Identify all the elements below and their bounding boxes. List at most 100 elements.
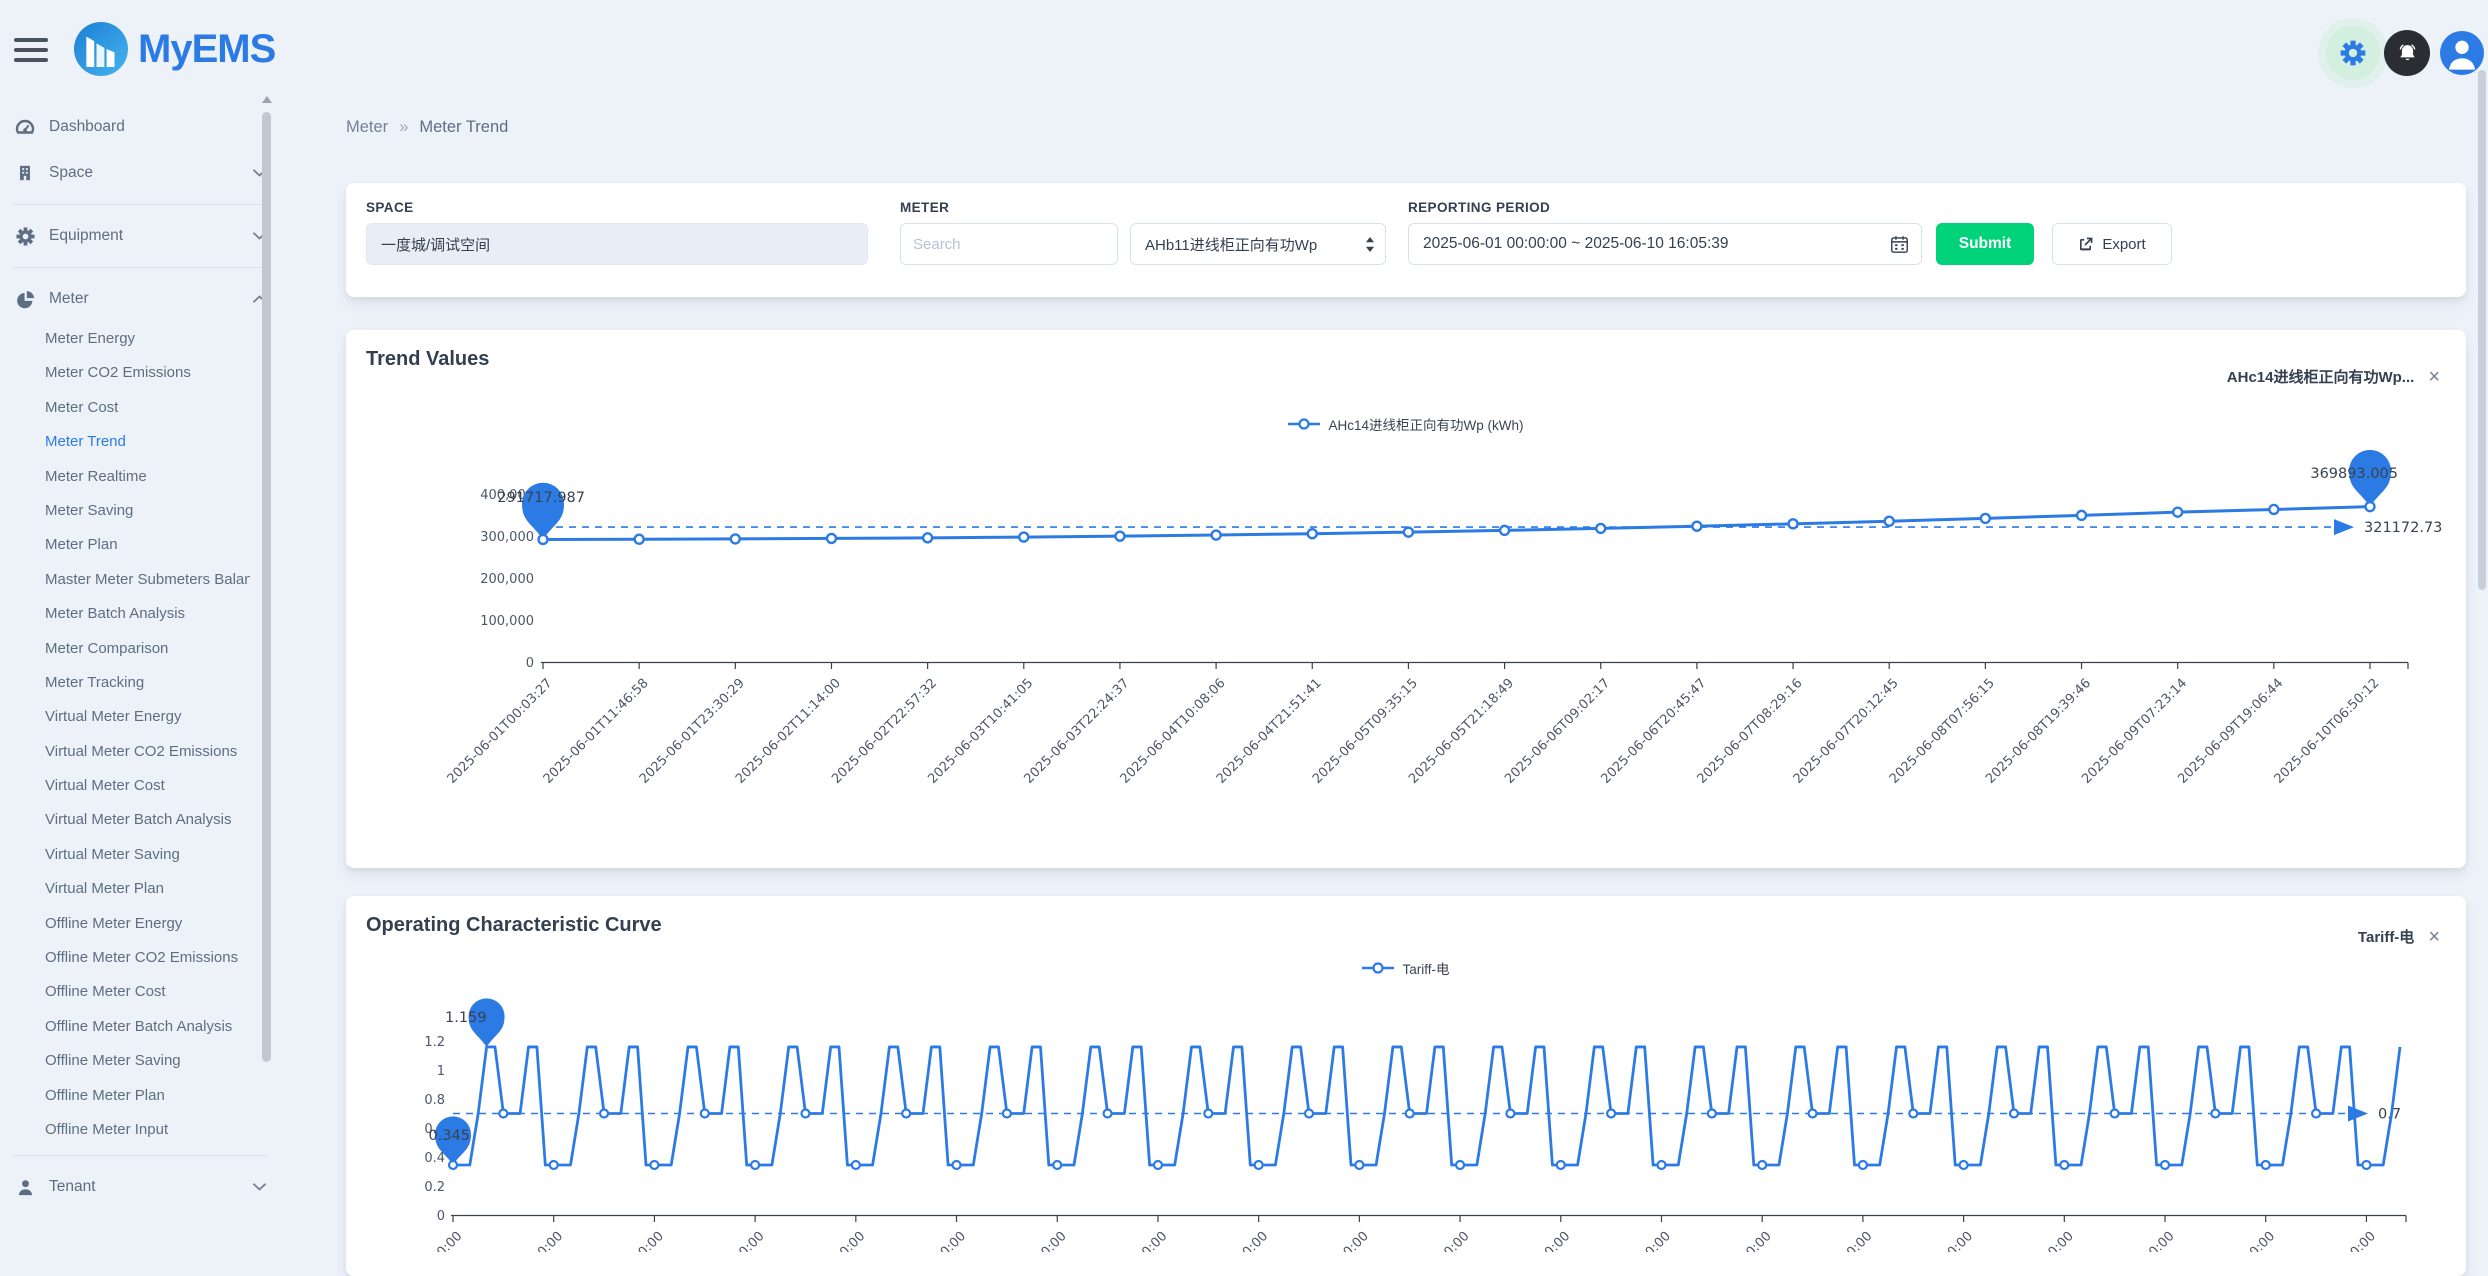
sidebar-item-offline-meter-input[interactable]: Offline Meter Input: [0, 1113, 250, 1147]
sidebar-item-virtual-meter-plan[interactable]: Virtual Meter Plan: [0, 872, 250, 906]
svg-text:369893.005: 369893.005: [2310, 466, 2398, 482]
svg-text:2025-06-05T09:35:15: 2025-06-05T09:35:15: [1310, 676, 1421, 787]
sidebar-item-meter-cost[interactable]: Meter Cost: [0, 391, 250, 425]
sidebar-item-offline-meter-saving[interactable]: Offline Meter Saving: [0, 1044, 250, 1078]
notifications-button[interactable]: [2384, 30, 2430, 76]
trend-values-card: Trend Values AHc14进线柜正向有功Wp... × AHc14进线…: [346, 330, 2466, 868]
svg-text:2025-06-06T20:45:47: 2025-06-06T20:45:47: [1598, 676, 1709, 787]
meter-label: METER: [900, 200, 949, 215]
operating-curve-card: Operating Characteristic Curve Tariff-电 …: [346, 896, 2466, 1276]
svg-text:200,000: 200,000: [480, 572, 534, 587]
svg-text:0: 0: [437, 1209, 445, 1224]
close-icon[interactable]: ×: [2428, 367, 2440, 387]
settings-gear-icon: [2340, 40, 2366, 66]
breadcrumb-meter[interactable]: Meter: [346, 118, 388, 137]
svg-text:2025-06-02T11:14:00: 2025-06-02T11:14:00: [733, 676, 844, 787]
trend-tab-label[interactable]: AHc14进线柜正向有功Wp...: [2227, 366, 2415, 387]
svg-text:2025-06-04T12:00:00: 2025-06-04T12:00:00: [1059, 1229, 1170, 1252]
sidebar-item-equipment[interactable]: Equipment: [0, 213, 284, 259]
sidebar-item-offline-meter-batch-analysis[interactable]: Offline Meter Batch Analysis: [0, 1010, 250, 1044]
meter-select[interactable]: AHb11进线柜正向有功Wp: [1130, 223, 1386, 265]
sidebar-item-virtual-meter-energy[interactable]: Virtual Meter Energy: [0, 700, 250, 734]
close-icon[interactable]: ×: [2428, 927, 2440, 947]
sidebar-item-meter-co2-emissions[interactable]: Meter CO2 Emissions: [0, 356, 250, 390]
sidebar-scroll-up-icon[interactable]: [262, 96, 272, 103]
submit-button[interactable]: Submit: [1936, 223, 2034, 265]
sidebar-item-meter-saving[interactable]: Meter Saving: [0, 494, 250, 528]
trend-meter-tab: AHc14进线柜正向有功Wp... ×: [2227, 366, 2440, 387]
sidebar-item-meter-batch-analysis[interactable]: Meter Batch Analysis: [0, 597, 250, 631]
sidebar-item-dashboard[interactable]: Dashboard: [0, 104, 284, 150]
sidebar-scrollbar[interactable]: [262, 112, 271, 1062]
sidebar-item-meter-energy[interactable]: Meter Energy: [0, 322, 250, 356]
sidebar-item-tenant[interactable]: Tenant: [0, 1164, 284, 1210]
svg-text:2025-06-03T00:00:00: 2025-06-03T00:00:00: [757, 1229, 868, 1252]
gauge-icon: [14, 117, 36, 137]
reporting-period-label: REPORTING PERIOD: [1408, 200, 1550, 215]
page-scrollbar[interactable]: [2478, 70, 2486, 590]
svg-text:2025-06-01T12:00:00: 2025-06-01T12:00:00: [455, 1229, 566, 1252]
tariff-tab: Tariff-电 ×: [2358, 926, 2440, 947]
select-updown-icon: [1365, 237, 1375, 252]
reporting-period-input[interactable]: 2025-06-01 00:00:00 ~ 2025-06-10 16:05:3…: [1408, 223, 1922, 265]
svg-text:2025-06-10T12:00:00: 2025-06-10T12:00:00: [2268, 1229, 2379, 1252]
svg-text:2025-06-09T19:06:44: 2025-06-09T19:06:44: [2175, 676, 2286, 787]
settings-button[interactable]: [2326, 26, 2380, 80]
sidebar-item-offline-meter-energy[interactable]: Offline Meter Energy: [0, 907, 250, 941]
svg-text:100,000: 100,000: [480, 614, 534, 629]
svg-text:0: 0: [526, 656, 534, 671]
sidebar-item-virtual-meter-saving[interactable]: Virtual Meter Saving: [0, 838, 250, 872]
tariff-chart[interactable]: 00.20.40.60.811.22025-06-01T00:00:002025…: [346, 980, 2466, 1252]
breadcrumb: Meter » Meter Trend: [346, 118, 508, 137]
sidebar-item-meter-comparison[interactable]: Meter Comparison: [0, 632, 250, 666]
sidebar-item-offline-meter-plan[interactable]: Offline Meter Plan: [0, 1079, 250, 1113]
hamburger-menu-button[interactable]: [14, 38, 48, 62]
space-select-value: 一度城/调试空间: [381, 234, 490, 255]
legend-line-marker-icon: [1288, 417, 1320, 431]
sidebar-item-offline-meter-cost[interactable]: Offline Meter Cost: [0, 975, 250, 1009]
svg-text:2025-06-05T00:00:00: 2025-06-05T00:00:00: [1160, 1229, 1271, 1252]
curve-tab-label[interactable]: Tariff-电: [2358, 926, 2414, 947]
svg-text:1.159: 1.159: [445, 1010, 487, 1026]
sidebar-item-meter-tracking[interactable]: Meter Tracking: [0, 666, 250, 700]
tariff-legend[interactable]: Tariff-电: [346, 958, 2466, 978]
export-icon: [2078, 236, 2094, 252]
sidebar-item-meter-trend[interactable]: Meter Trend: [0, 425, 250, 459]
sidebar-item-virtual-meter-batch-analysis[interactable]: Virtual Meter Batch Analysis: [0, 803, 250, 837]
sidebar-item-virtual-meter-cost[interactable]: Virtual Meter Cost: [0, 769, 250, 803]
svg-text:2025-06-10T00:00:00: 2025-06-10T00:00:00: [2167, 1229, 2278, 1252]
svg-text:2025-06-03T22:24:37: 2025-06-03T22:24:37: [1021, 676, 1132, 787]
svg-text:2025-06-08T19:39:46: 2025-06-08T19:39:46: [1983, 676, 2094, 787]
svg-text:2025-06-01T00:03:27: 2025-06-01T00:03:27: [445, 676, 556, 787]
sidebar-item-master-meter-submeters-balance[interactable]: Master Meter Submeters Balance: [0, 563, 250, 597]
tariff-legend-label: Tariff-电: [1402, 958, 1449, 978]
export-button-label: Export: [2102, 236, 2145, 253]
trend-legend[interactable]: AHc14进线柜正向有功Wp (kWh): [346, 414, 2466, 434]
svg-text:2025-06-02T12:00:00: 2025-06-02T12:00:00: [657, 1229, 768, 1252]
svg-text:2025-06-07T00:00:00: 2025-06-07T00:00:00: [1563, 1229, 1674, 1252]
user-avatar-button[interactable]: [2440, 31, 2484, 75]
trend-chart[interactable]: 0100,000200,000300,000400,0002025-06-01T…: [346, 450, 2466, 868]
space-select[interactable]: 一度城/调试空间: [366, 223, 868, 265]
svg-text:2025-06-08T12:00:00: 2025-06-08T12:00:00: [1865, 1229, 1976, 1252]
sidebar-item-offline-meter-co2-emissions[interactable]: Offline Meter CO2 Emissions: [0, 941, 250, 975]
sidebar-divider: [12, 267, 268, 268]
sidebar-item-label: Meter: [49, 290, 89, 308]
sidebar-item-space[interactable]: Space: [0, 150, 284, 196]
svg-text:321172.73: 321172.73: [2364, 520, 2442, 536]
sidebar-item-meter-realtime[interactable]: Meter Realtime: [0, 460, 250, 494]
svg-text:2025-06-02T00:00:00: 2025-06-02T00:00:00: [556, 1229, 667, 1252]
export-button[interactable]: Export: [2052, 223, 2172, 265]
svg-text:2025-06-09T07:23:14: 2025-06-09T07:23:14: [2079, 676, 2190, 787]
space-label: SPACE: [366, 200, 414, 215]
svg-text:2025-06-08T07:56:15: 2025-06-08T07:56:15: [1887, 676, 1998, 787]
svg-text:300,000: 300,000: [480, 530, 534, 545]
sidebar-item-meter-plan[interactable]: Meter Plan: [0, 528, 250, 562]
sidebar-item-virtual-meter-co2-emissions[interactable]: Virtual Meter CO2 Emissions: [0, 735, 250, 769]
sidebar-item-label: Space: [49, 164, 93, 182]
sidebar-item-meter[interactable]: Meter: [0, 276, 284, 322]
meter-search-input[interactable]: [900, 223, 1118, 265]
svg-text:2025-06-01T11:46:58: 2025-06-01T11:46:58: [541, 676, 652, 787]
sidebar-item-label: Dashboard: [49, 118, 125, 136]
breadcrumb-separator: »: [388, 118, 419, 137]
